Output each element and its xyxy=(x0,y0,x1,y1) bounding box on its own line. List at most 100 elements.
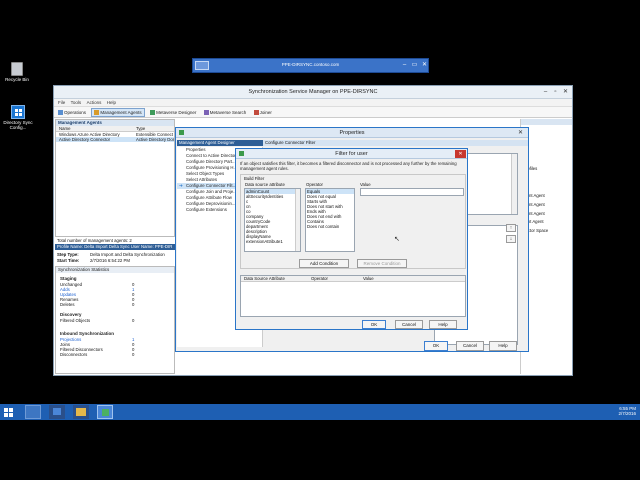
taskbar: 6:55 PM 2/7/2016 xyxy=(0,404,640,420)
operations-button[interactable]: Operations xyxy=(56,108,88,117)
maximize-icon[interactable]: ▫ xyxy=(551,88,560,96)
menu-actions[interactable]: Actions xyxy=(87,99,102,107)
clock-date: 2/7/2016 xyxy=(618,411,636,416)
dialog-title: Properties xyxy=(339,130,365,136)
joiner-button[interactable]: Joiner xyxy=(252,108,274,117)
stat-value: 0 xyxy=(132,302,135,307)
list-item[interactable]: extensionAttribute1 xyxy=(245,239,300,244)
total-agents-status: Total number of management agents: 2 xyxy=(57,238,132,243)
list-item: Deletes 0 xyxy=(60,302,170,307)
desktop-icon-label: Recycle Bin xyxy=(5,77,29,82)
close-icon[interactable]: ✕ xyxy=(516,129,525,137)
remove-condition-button[interactable]: Remove Condition xyxy=(357,259,407,268)
start-button[interactable] xyxy=(0,404,16,420)
operator-column-label: Operator xyxy=(306,182,323,187)
management-agents-panel: Management Agents Name Type Windows Azur… xyxy=(55,119,175,237)
sync-service-icon[interactable] xyxy=(97,405,113,419)
build-filter-group: Build Filter Data source attribute Opera… xyxy=(240,174,466,269)
statistics-header: Synchronization Statistics xyxy=(56,267,174,273)
management-agents-button[interactable]: Management Agents xyxy=(91,108,145,117)
move-up-button[interactable]: ↑ xyxy=(506,224,516,232)
metaverse-designer-button[interactable]: Metaverse Designer xyxy=(148,108,198,117)
title-bar: Synchronization Service Manager on PPE-D… xyxy=(54,86,572,99)
discovery-list: Filtered Objects 0 xyxy=(60,318,170,323)
list-item: Disconnectors 0 xyxy=(60,352,170,357)
nav-label: Configure Connector Filt... xyxy=(186,183,237,188)
operations-icon xyxy=(58,110,63,116)
help-button[interactable]: Help xyxy=(429,320,457,329)
operator-listbox[interactable]: Equals Does not equal Starts with Does n… xyxy=(305,188,355,252)
column-attribute[interactable]: Data Source Attribute xyxy=(244,276,285,282)
conditions-grid[interactable]: Data Source Attribute Operator Value xyxy=(240,275,466,317)
scrollbar[interactable] xyxy=(511,154,517,214)
step-type-label: Step Type: xyxy=(57,252,79,257)
windows-logo-icon xyxy=(4,408,8,412)
metaverse-designer-label: Metaverse Designer xyxy=(156,110,197,115)
agent-type: Active Directory Dom xyxy=(136,137,174,142)
desktop-icon-label: Directory Sync Config... xyxy=(3,120,33,130)
filter-description: If an object satisfies this filter, it b… xyxy=(240,161,457,171)
windows-logo-icon xyxy=(11,105,25,119)
scrollbar[interactable] xyxy=(295,189,300,251)
cancel-button[interactable]: Cancel xyxy=(456,341,484,351)
minimize-icon[interactable]: – xyxy=(541,88,550,96)
inbound-list: Projections 1 Joins 0 Filtered Disconnecto… xyxy=(60,337,170,357)
staging-list: Unchanged 0 Adds 1 Updates 0 Renames 0 Delet… xyxy=(60,282,170,307)
add-condition-button[interactable]: Add Condition xyxy=(299,259,349,268)
letterbox xyxy=(0,420,640,480)
close-icon[interactable]: ✕ xyxy=(455,150,466,158)
menu-help[interactable]: Help xyxy=(107,99,116,107)
ok-button[interactable]: OK xyxy=(424,341,448,351)
menu-tools[interactable]: Tools xyxy=(71,99,82,107)
clock[interactable]: 6:55 PM 2/7/2016 xyxy=(618,406,636,416)
column-value[interactable]: Value xyxy=(363,276,374,282)
menu-file[interactable]: File xyxy=(58,99,65,107)
filter-for-user-dialog: Filter for user ✕ If an object satisfies… xyxy=(235,148,468,330)
value-input[interactable] xyxy=(360,188,464,196)
list-item: Filtered Objects 0 xyxy=(60,318,170,323)
arrow-down-icon: ↓ xyxy=(509,236,513,242)
list-item[interactable]: Does not contain xyxy=(306,224,354,229)
dialog-title-bar: Properties ✕ xyxy=(176,128,528,138)
menu-bar: File Tools Actions Help xyxy=(54,99,572,107)
desktop-icon-directory-sync[interactable]: Directory Sync Config... xyxy=(2,105,34,130)
metaverse-search-button[interactable]: Metaverse Search xyxy=(202,108,249,117)
stat-label: Deletes xyxy=(60,302,75,307)
stat-label: Filtered Objects xyxy=(60,318,91,323)
move-down-button[interactable]: ↓ xyxy=(506,235,516,243)
ok-button[interactable]: OK xyxy=(362,320,386,329)
start-time-label: Start Time: xyxy=(57,258,80,263)
joiner-icon xyxy=(253,110,259,116)
powershell-icon[interactable] xyxy=(49,405,65,419)
arrow-up-icon: ↑ xyxy=(509,225,513,231)
stat-value: 0 xyxy=(132,352,135,357)
close-icon[interactable]: ✕ xyxy=(420,61,429,70)
mouse-cursor-icon: ↖ xyxy=(394,236,400,243)
joiner-label: Joiner xyxy=(259,110,272,115)
help-button[interactable]: Help xyxy=(489,341,517,351)
attribute-column-label: Data source attribute xyxy=(245,182,285,187)
attribute-listbox[interactable]: adminCount altSecurityIdentities c cn co… xyxy=(244,188,301,252)
close-icon[interactable]: ✕ xyxy=(561,88,570,96)
minimize-icon[interactable]: – xyxy=(400,61,409,70)
value-column-label: Value xyxy=(360,182,371,187)
file-explorer-icon[interactable] xyxy=(73,405,89,419)
recycle-bin-icon xyxy=(11,62,23,76)
arrow-right-icon: ➔ xyxy=(179,183,183,188)
group-label: Build Filter xyxy=(244,176,265,181)
designer-header: Management Agent Designer xyxy=(177,140,263,146)
cancel-button[interactable]: Cancel xyxy=(395,320,423,329)
desktop-icon-recycle-bin[interactable]: Recycle Bin xyxy=(2,62,32,82)
management-agents-icon xyxy=(94,110,100,116)
table-row[interactable]: Active Directory Connector Active Direct… xyxy=(56,137,174,142)
toolbar: Operations Management Agents Metaverse D… xyxy=(54,107,572,118)
section-header: Configure Connector Filter xyxy=(263,140,528,146)
actions-header xyxy=(521,119,572,125)
server-manager-icon[interactable] xyxy=(25,405,41,419)
window-title: Synchronization Service Manager on PPE-D… xyxy=(248,89,378,95)
restore-icon[interactable]: ▭ xyxy=(410,61,419,70)
column-operator[interactable]: Operator xyxy=(311,276,328,282)
staging-title: Staging xyxy=(60,276,77,281)
column-headers: Data Source Attribute Operator Value xyxy=(241,276,465,282)
discovery-title: Discovery xyxy=(60,312,82,317)
